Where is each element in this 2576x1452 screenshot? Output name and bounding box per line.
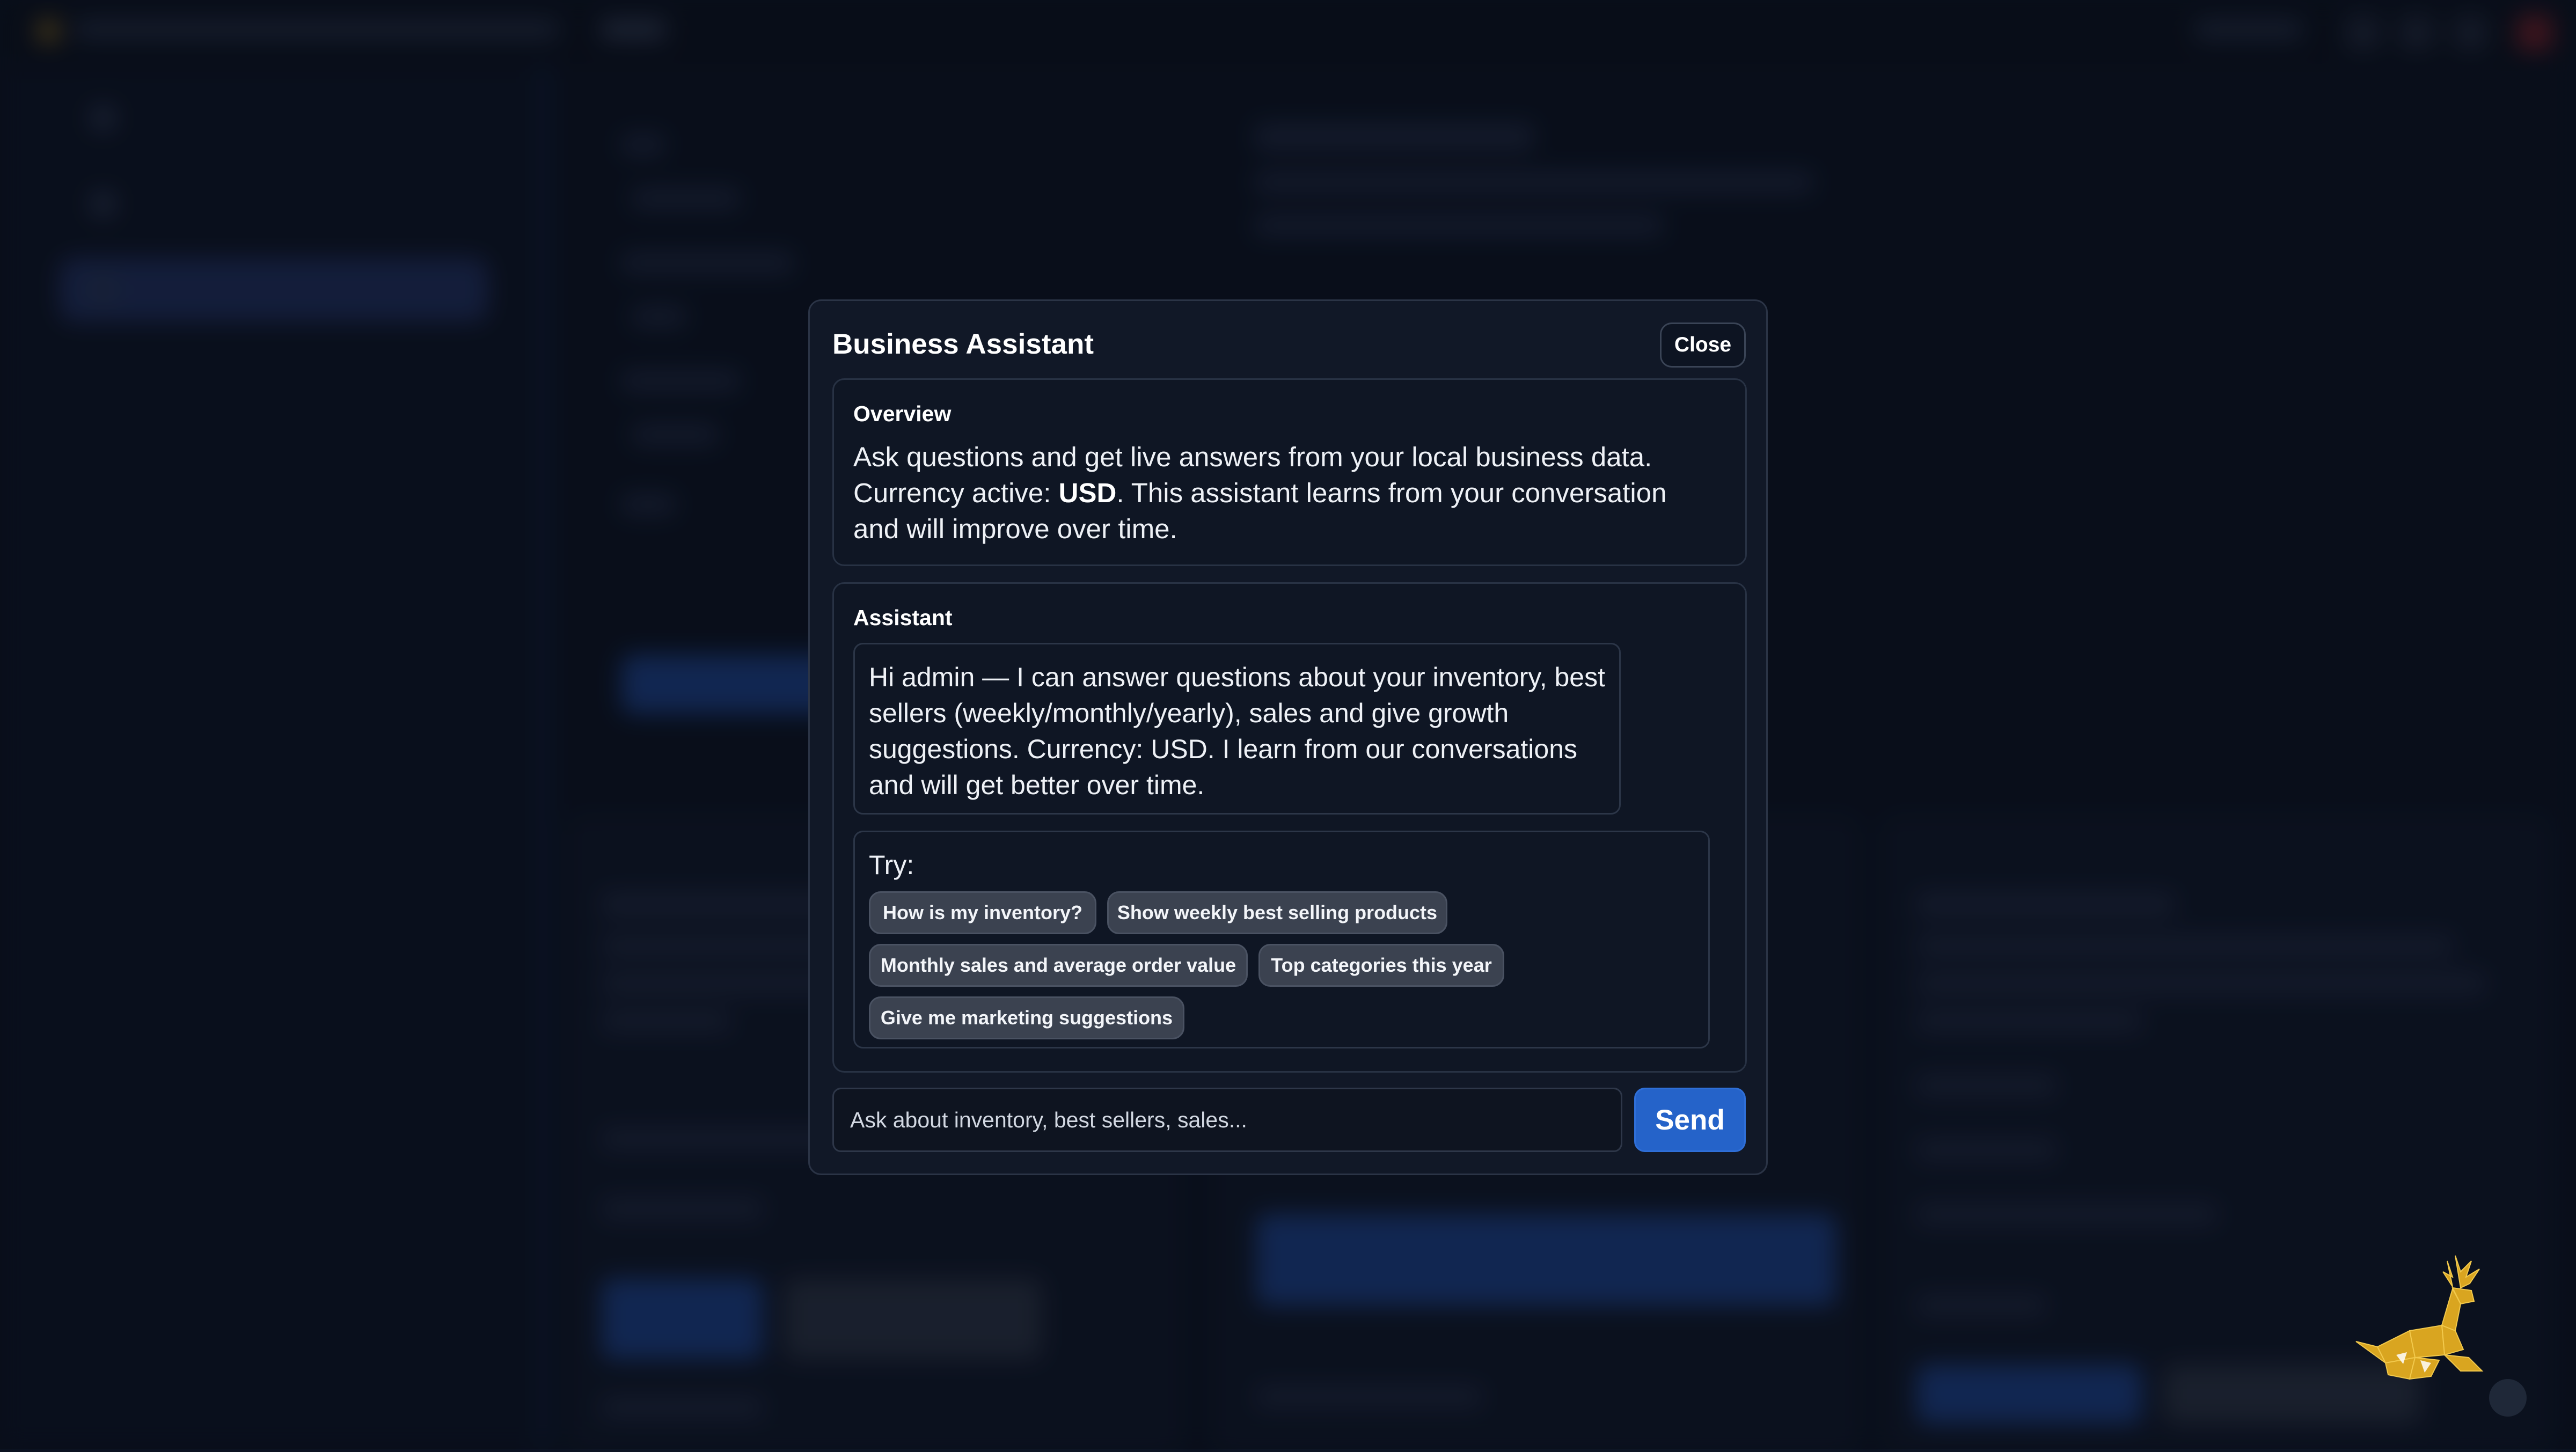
suggestions-box: Try: How is my inventory? Show weekly be… — [853, 831, 1710, 1048]
assistant-message-bubble: Hi admin — I can answer questions about … — [853, 643, 1621, 815]
assistant-heading: Assistant — [853, 605, 953, 630]
modal-title: Business Assistant — [832, 328, 1094, 360]
close-button[interactable]: Close — [1660, 322, 1746, 368]
suggestion-chip[interactable]: Top categories this year — [1258, 944, 1504, 987]
assistant-panel: Assistant Hi admin — I can answer questi… — [832, 582, 1747, 1073]
deer-logo-icon — [2355, 1255, 2484, 1380]
ask-input[interactable] — [832, 1088, 1622, 1152]
business-assistant-modal: Business Assistant Close Overview Ask qu… — [808, 299, 1768, 1175]
assistant-message: Hi admin — I can answer questions about … — [869, 662, 1605, 800]
corner-indicator — [2489, 1379, 2527, 1417]
suggestion-chip[interactable]: Show weekly best selling products — [1107, 891, 1447, 934]
suggestion-chip[interactable]: Give me marketing suggestions — [869, 996, 1184, 1039]
overview-heading: Overview — [853, 401, 952, 426]
overview-text: Ask questions and get live answers from … — [853, 439, 1712, 547]
try-label: Try: — [869, 850, 914, 880]
overview-panel: Overview Ask questions and get live answ… — [832, 378, 1747, 566]
suggestion-chip[interactable]: How is my inventory? — [869, 891, 1096, 934]
send-button[interactable]: Send — [1634, 1088, 1746, 1152]
suggestion-chip[interactable]: Monthly sales and average order value — [869, 944, 1248, 987]
overview-currency: USD — [1058, 478, 1117, 508]
